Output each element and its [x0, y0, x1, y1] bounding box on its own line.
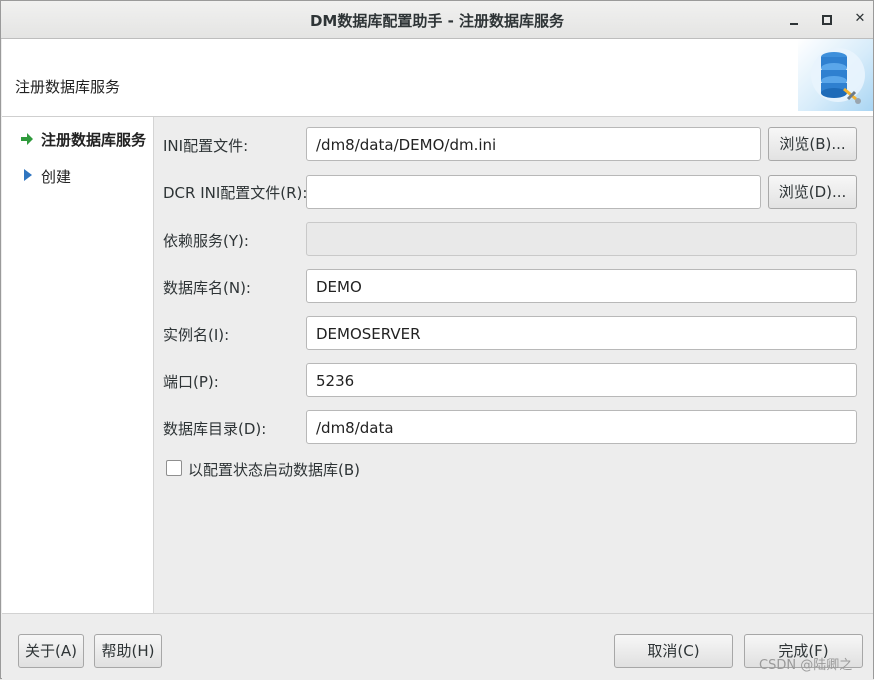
port-label: 端口(P): [163, 373, 219, 391]
dcr-ini-file-label: DCR INI配置文件(R): [163, 184, 308, 202]
start-with-config-label: 以配置状态启动数据库(B) [188, 461, 360, 479]
depend-service-label: 依赖服务(Y): [163, 232, 249, 250]
depend-service-input [306, 222, 857, 256]
start-with-config-checkbox[interactable] [166, 460, 182, 476]
sidebar-item-label: 注册数据库服务 [41, 131, 147, 149]
browse-dcr-ini-button[interactable]: 浏览(D)... [768, 175, 857, 209]
maximize-icon [822, 15, 832, 25]
port-input[interactable]: 5236 [306, 363, 857, 397]
db-name-label: 数据库名(N): [163, 279, 251, 297]
instance-name-label: 实例名(I): [163, 326, 230, 344]
sidebar-item-label: 创建 [41, 168, 72, 186]
about-button[interactable]: 关于(A) [18, 634, 84, 668]
maximize-button[interactable] [816, 9, 838, 29]
close-icon: ✕ [854, 11, 866, 26]
minimize-icon [790, 23, 798, 25]
header-title: 注册数据库服务 [15, 78, 121, 96]
close-button[interactable]: ✕ [849, 9, 871, 29]
cancel-button[interactable]: 取消(C) [614, 634, 733, 668]
db-dir-input[interactable]: /dm8/data [306, 410, 857, 444]
header-banner: 注册数据库服务 [2, 39, 873, 117]
triangle-right-icon [24, 169, 32, 181]
minimize-button[interactable] [783, 9, 805, 29]
title-bar[interactable]: DM数据库配置助手 - 注册数据库服务 ✕ [1, 1, 873, 39]
help-button[interactable]: 帮助(H) [94, 634, 162, 668]
footer-bar: 关于(A) 帮助(H) 取消(C) 完成(F) [2, 613, 873, 680]
arrow-right-icon [21, 133, 33, 145]
db-name-input[interactable]: DEMO [306, 269, 857, 303]
watermark: CSDN @陆卿之 [759, 658, 853, 673]
ini-file-label: INI配置文件: [163, 137, 249, 155]
dcr-ini-file-input[interactable] [306, 175, 761, 209]
db-dir-label: 数据库目录(D): [163, 420, 267, 438]
database-logo-icon [798, 39, 873, 111]
window: DM数据库配置助手 - 注册数据库服务 ✕ 注册数据库服务 注册数据库服务 创建… [0, 0, 874, 680]
window-title: DM数据库配置助手 - 注册数据库服务 [309, 12, 565, 30]
ini-file-input[interactable]: /dm8/data/DEMO/dm.ini [306, 127, 761, 161]
browse-ini-button[interactable]: 浏览(B)... [768, 127, 857, 161]
steps-sidebar: 注册数据库服务 创建 [2, 117, 154, 613]
instance-name-input[interactable]: DEMOSERVER [306, 316, 857, 350]
